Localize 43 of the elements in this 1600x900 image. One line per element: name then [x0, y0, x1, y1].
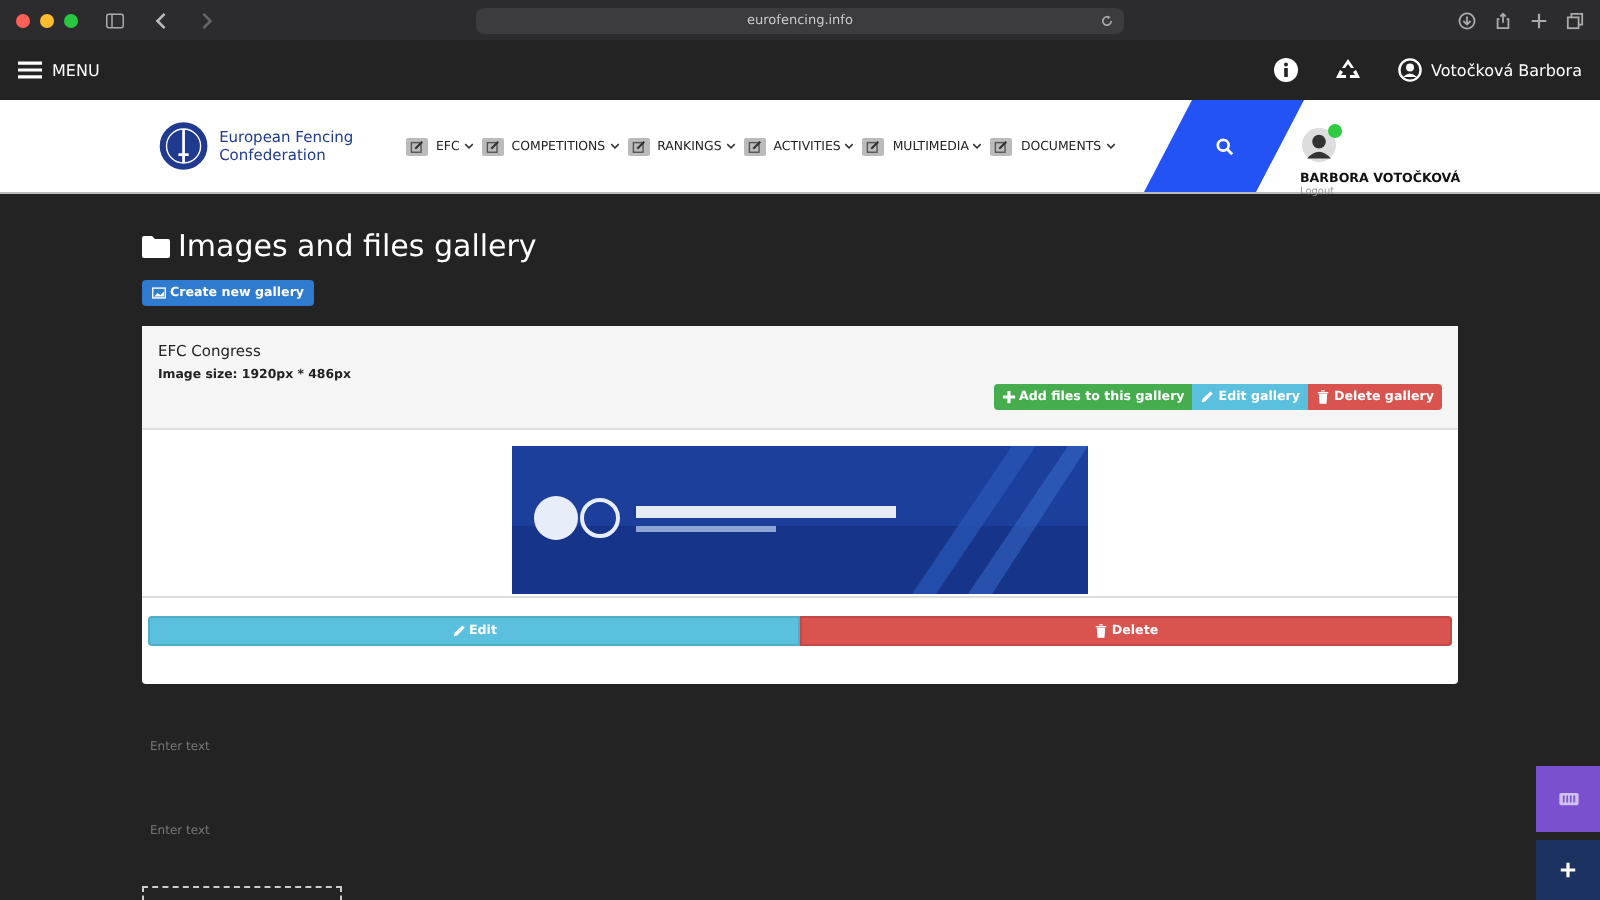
back-icon[interactable] [152, 11, 170, 29]
caret-icon [463, 142, 474, 150]
edit-icon[interactable] [406, 137, 428, 155]
avatar[interactable] [1302, 128, 1336, 162]
forward-icon[interactable] [198, 11, 216, 29]
page-title: Images and files gallery [142, 230, 537, 262]
share-icon[interactable] [1494, 11, 1512, 29]
edit-icon[interactable] [990, 137, 1013, 155]
edit-icon[interactable] [743, 137, 766, 155]
pencil-icon [1200, 390, 1215, 404]
add-button[interactable] [1536, 840, 1600, 900]
caret-icon [725, 142, 736, 150]
folder-icon [142, 235, 170, 257]
caret-icon [972, 142, 983, 150]
user-menu[interactable]: Votočková Barbora [1397, 58, 1582, 82]
widget-button[interactable] [1536, 766, 1600, 832]
menu-icon [18, 60, 42, 80]
user-icon [1397, 58, 1422, 82]
card-icon [1557, 792, 1579, 806]
menu-button[interactable]: MENU [18, 60, 100, 80]
tabs-icon[interactable] [1566, 11, 1584, 29]
picture-icon [152, 286, 166, 300]
download-icon[interactable] [1458, 11, 1476, 29]
trash-icon [1316, 390, 1331, 404]
edit-icon[interactable] [862, 137, 885, 155]
zoom-window-icon[interactable] [64, 13, 78, 27]
info-icon[interactable] [1273, 58, 1298, 82]
edit-icon[interactable] [481, 137, 504, 155]
plus-icon [1560, 862, 1576, 878]
caret-icon [609, 142, 620, 150]
trash-icon [1093, 624, 1108, 638]
close-window-icon[interactable] [16, 13, 30, 27]
logo-icon [158, 120, 210, 172]
search-icon [1215, 137, 1233, 155]
plus-icon[interactable] [1530, 11, 1548, 29]
pencil-icon [451, 624, 465, 638]
caret-icon [844, 142, 855, 150]
caret-icon [1105, 142, 1116, 150]
plus-icon [1001, 390, 1015, 404]
sidebar-icon[interactable] [106, 11, 124, 29]
edit-icon[interactable] [627, 137, 650, 155]
minimize-window-icon[interactable] [40, 13, 54, 27]
reload-icon[interactable] [1100, 13, 1114, 27]
